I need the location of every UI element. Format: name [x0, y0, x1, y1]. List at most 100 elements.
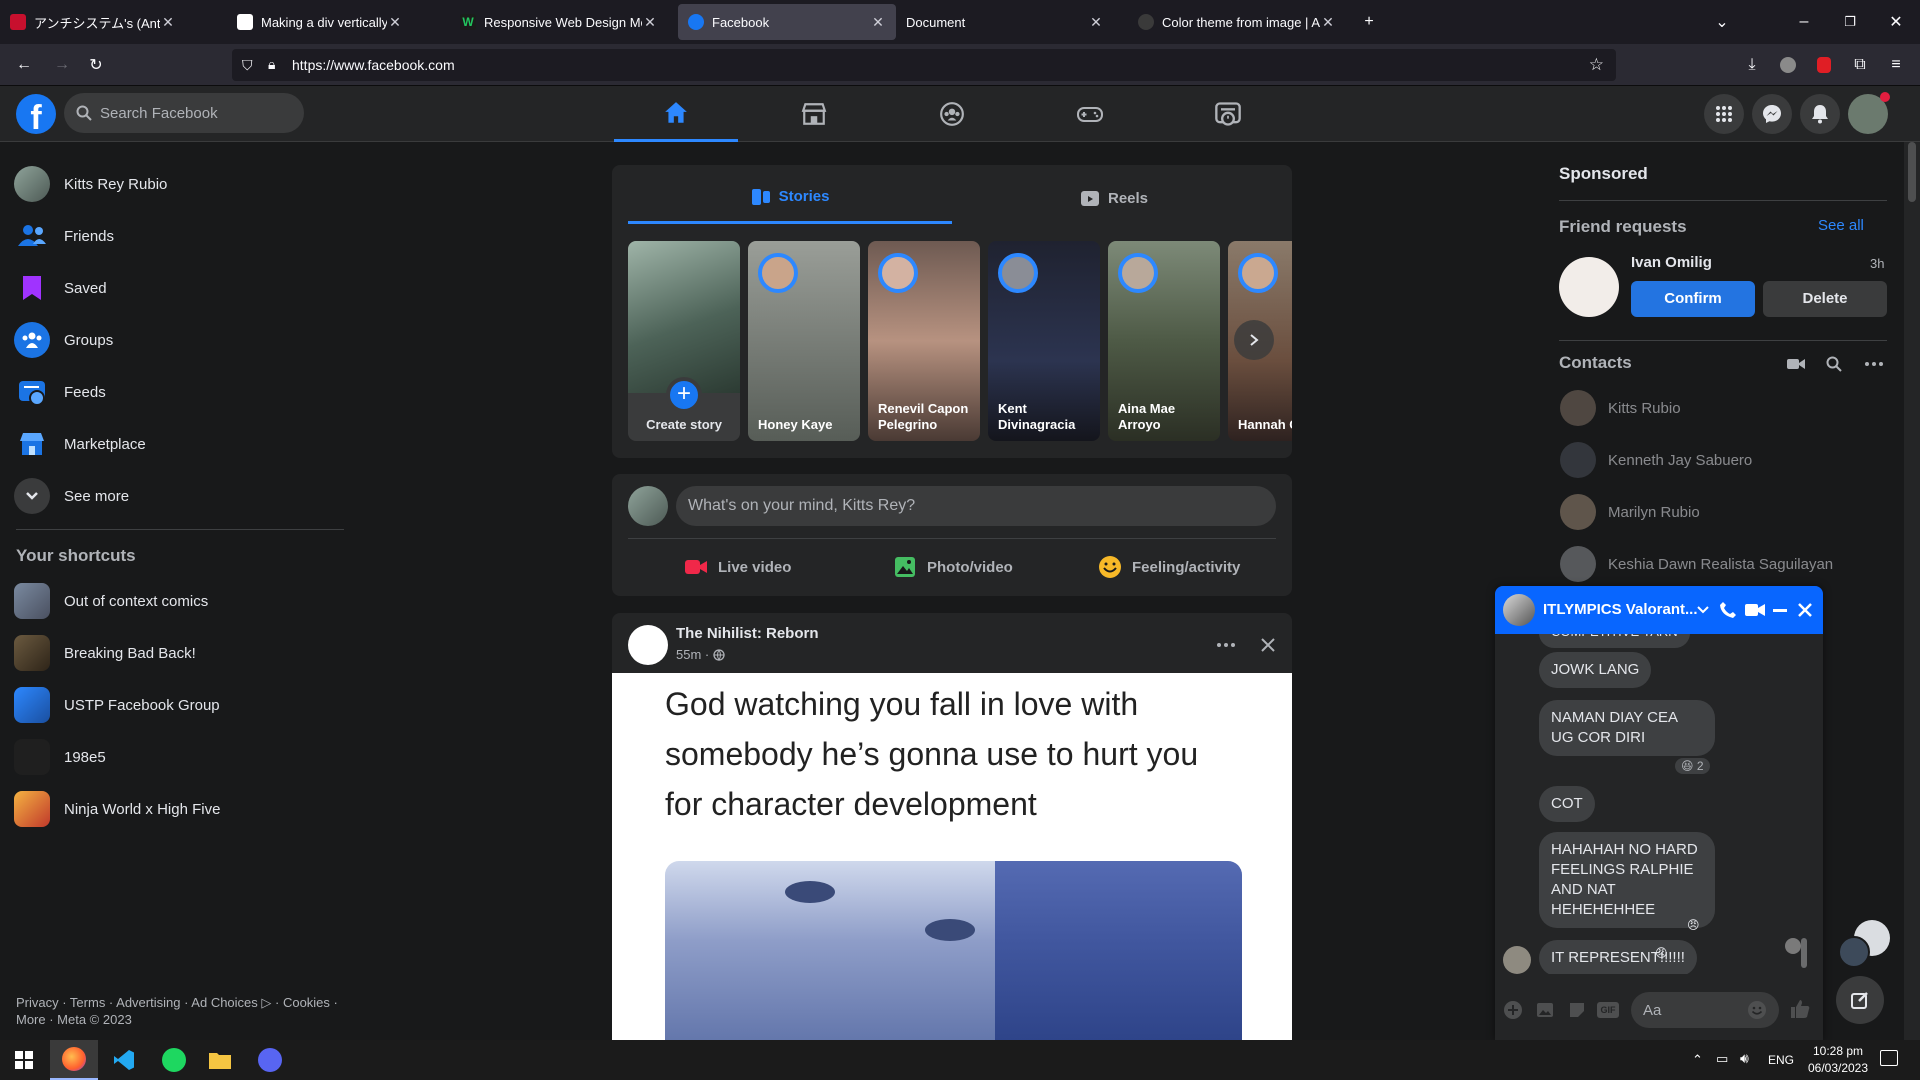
post-author[interactable]: The Nihilist: Reborn — [676, 625, 819, 642]
account-avatar[interactable] — [1848, 92, 1890, 134]
shortcut-item[interactable]: 198e5 — [14, 733, 344, 781]
new-tab-icon[interactable]: + — [1357, 10, 1381, 34]
clock-time[interactable]: 10:28 pm — [1808, 1044, 1868, 1058]
new-message-button[interactable] — [1836, 976, 1884, 1024]
close-tab-icon[interactable]: ✕ — [1088, 14, 1104, 31]
browser-tab[interactable]: Document ✕ — [896, 4, 1114, 40]
tab-stories[interactable]: Stories — [628, 172, 952, 224]
close-tab-icon[interactable]: ✕ — [1320, 14, 1336, 31]
page-scrollbar-thumb[interactable] — [1908, 142, 1916, 202]
gif-icon[interactable]: GIF — [1597, 1002, 1619, 1018]
clock-date[interactable]: 06/03/2023 — [1804, 1061, 1872, 1075]
sidebar-item-groups[interactable]: Groups — [14, 316, 344, 364]
sidebar-item-see-more[interactable]: See more — [14, 472, 344, 520]
image-icon[interactable] — [1535, 1000, 1555, 1020]
tab-reels[interactable]: Reels — [952, 172, 1276, 224]
message-reaction[interactable]: 😆 2 — [1675, 758, 1710, 774]
start-button[interactable] — [0, 1040, 48, 1080]
photo-video-button[interactable]: Photo/video — [893, 549, 1013, 585]
composer-input[interactable]: What's on your mind, Kitts Rey? — [676, 486, 1276, 526]
chat-scrollbar[interactable] — [1799, 638, 1809, 974]
see-all-link[interactable]: See all — [1818, 217, 1864, 234]
volume-icon[interactable]: 🔊︎ — [1740, 1050, 1749, 1067]
create-story-card[interactable]: + Create story — [628, 241, 740, 441]
contacts-options-button[interactable] — [1862, 352, 1886, 376]
friend-request-name[interactable]: Ivan Omilig — [1631, 254, 1712, 271]
post-more-options-button[interactable] — [1208, 627, 1244, 663]
close-tab-icon[interactable]: ✕ — [387, 14, 403, 31]
back-icon[interactable]: ← — [12, 53, 36, 77]
notifications-button[interactable] — [1800, 94, 1840, 134]
feeling-activity-button[interactable]: Feeling/activity — [1098, 549, 1240, 585]
contact-item[interactable]: Marilyn Rubio — [1560, 486, 1700, 538]
story-card[interactable]: Aina Mae Arroyo — [1108, 241, 1220, 441]
close-tab-icon[interactable]: ✕ — [160, 14, 176, 31]
composer-avatar[interactable] — [628, 486, 668, 526]
chevron-down-icon[interactable] — [1697, 605, 1709, 615]
message-reaction[interactable]: 😠 — [1655, 946, 1668, 960]
message-bubble[interactable]: HAHAHAH NO HARD FEELINGS RALPHIE AND NAT… — [1539, 832, 1715, 928]
reload-icon[interactable]: ↻ — [84, 53, 108, 77]
story-card[interactable]: Kent Divinagracia — [988, 241, 1100, 441]
thumbs-up-icon[interactable] — [1789, 998, 1811, 1020]
friend-request-avatar[interactable] — [1559, 257, 1619, 317]
bookmark-star-icon[interactable]: ☆ — [1589, 55, 1604, 75]
story-card[interactable]: Renevil Capon Pelegrino — [868, 241, 980, 441]
confirm-button[interactable]: Confirm — [1631, 281, 1755, 317]
nav-tab-gaming[interactable] — [1028, 86, 1152, 142]
sticker-icon[interactable] — [1567, 1000, 1587, 1020]
language-indicator[interactable]: ENG — [1768, 1053, 1794, 1067]
chat-title[interactable]: ITLYMPICS Valorant... — [1543, 601, 1697, 618]
contact-item[interactable]: Kenneth Jay Sabuero — [1560, 434, 1752, 486]
chat-message-input[interactable]: Aa — [1631, 992, 1779, 1028]
forward-icon[interactable]: → — [50, 53, 74, 77]
sidebar-item-feeds[interactable]: Feeds — [14, 368, 344, 416]
stories-next-button[interactable] — [1234, 320, 1274, 360]
minimize-window-icon[interactable]: – — [1792, 10, 1816, 34]
notification-center-icon[interactable] — [1880, 1050, 1898, 1066]
plus-icon[interactable]: + — [666, 377, 702, 413]
tray-chevron-up-icon[interactable]: ⌃ — [1692, 1052, 1703, 1068]
url-bar[interactable]: ⛉ 🔒︎ https://www.facebook.com ☆ — [232, 49, 1616, 81]
sidebar-item-marketplace[interactable]: Marketplace — [14, 420, 344, 468]
nav-tab-feeds[interactable] — [1166, 86, 1290, 142]
story-card[interactable]: Honey Kaye — [748, 241, 860, 441]
chat-scrollbar-thumb[interactable] — [1801, 938, 1807, 968]
menu-grid-button[interactable] — [1704, 94, 1744, 134]
restore-window-icon[interactable]: ❐ — [1838, 10, 1862, 34]
shortcut-item[interactable]: Ninja World x High Five — [14, 785, 344, 833]
message-bubble[interactable]: COMPETITIVE YARN — [1539, 634, 1690, 648]
browser-tab[interactable]: アンチシステム's (AntiSystem ✕ — [0, 4, 186, 40]
post-image[interactable]: God watching you fall in love with someb… — [612, 673, 1292, 1040]
network-icon[interactable]: ▭ — [1716, 1051, 1728, 1067]
shortcut-item[interactable]: USTP Facebook Group — [14, 681, 344, 729]
phone-icon[interactable] — [1719, 601, 1737, 619]
search-input[interactable]: Search Facebook — [64, 93, 304, 133]
close-chat-icon[interactable] — [1798, 603, 1812, 617]
footer-copyright[interactable]: More · Meta © 2023 — [16, 1012, 132, 1027]
message-bubble[interactable]: NAMAN DIAY CEA UG COR DIRI — [1539, 700, 1715, 756]
contact-item[interactable]: Keshia Dawn Realista Saguilayan — [1560, 538, 1833, 590]
list-tabs-icon[interactable]: ⌄ — [1710, 10, 1734, 34]
minimize-chat-icon[interactable] — [1773, 609, 1787, 612]
extension-icon[interactable] — [1817, 57, 1831, 73]
taskbar-spotify[interactable] — [150, 1040, 198, 1080]
delete-button[interactable]: Delete — [1763, 281, 1887, 317]
taskbar-discord[interactable] — [246, 1040, 294, 1080]
downloads-icon[interactable]: ⤓ — [1740, 53, 1764, 77]
taskbar-firefox[interactable] — [50, 1040, 98, 1080]
new-room-button[interactable] — [1784, 352, 1808, 376]
message-bubble[interactable]: JOWK LANG — [1539, 652, 1652, 688]
contact-item[interactable]: Kitts Rubio — [1560, 382, 1681, 434]
browser-tab[interactable]: Color theme from image | Adol ✕ — [1128, 4, 1346, 40]
post-hide-button[interactable] — [1250, 627, 1286, 663]
browser-tab-active[interactable]: Facebook ✕ — [678, 4, 896, 40]
message-bubble[interactable]: IT REPRESENT!!!!!! — [1539, 940, 1697, 974]
nav-tab-marketplace[interactable] — [752, 86, 876, 142]
sidebar-item-friends[interactable]: Friends — [14, 212, 344, 260]
nav-tab-groups[interactable] — [890, 86, 1014, 142]
url-text[interactable]: https://www.facebook.com — [292, 57, 455, 73]
sender-avatar[interactable] — [1503, 946, 1531, 974]
taskbar-vscode[interactable] — [100, 1040, 148, 1080]
post-author-avatar[interactable] — [628, 625, 668, 665]
